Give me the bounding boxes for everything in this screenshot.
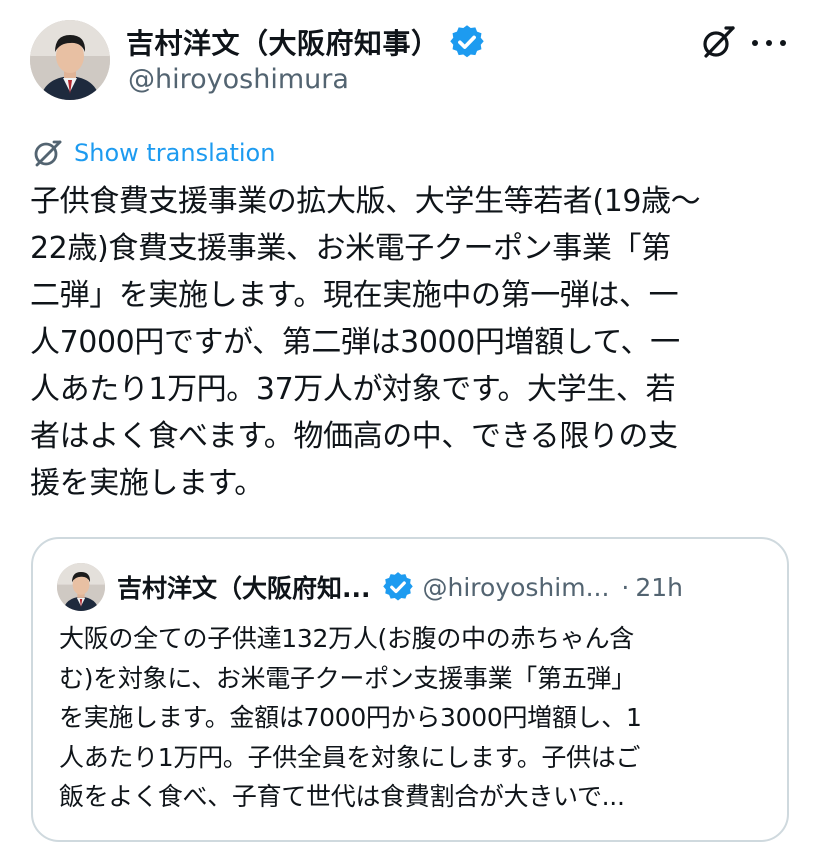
tweet-text-line: 者はよく食べます。物価高の中、できる限りの支 — [30, 419, 678, 454]
tweet-text-line: 子供食費支援事業の拡大版、大学生等若者(19歳〜 — [30, 184, 701, 219]
separator-dot: · — [621, 572, 630, 602]
more-dot — [752, 40, 758, 46]
quoted-text-line: む)を対象に、お米電子クーポン支援事業「第五弾」 — [59, 663, 636, 693]
author-name-row: 吉村洋文（大阪府知事） — [126, 20, 484, 64]
more-dot — [766, 40, 772, 46]
quoted-tweet-time[interactable]: 21h — [635, 573, 683, 602]
more-dot — [780, 40, 786, 46]
avatar-photo — [30, 20, 110, 100]
tweet-text-line: 援を実施します。 — [30, 466, 264, 501]
avatar-photo — [57, 563, 105, 611]
author-handle[interactable]: @hiroyoshimura — [128, 64, 349, 95]
quoted-author-avatar[interactable] — [57, 563, 105, 611]
tweet-text-line: 二弾」を実施します。現在実施中の第一弾は、一 — [30, 278, 679, 313]
quoted-author-name: 吉村洋文（大阪府知... — [117, 574, 371, 603]
tweet-text-line: 22歳)食費支援事業、お米電子クーポン事業「第 — [30, 231, 671, 266]
tweet-text-line: 人あたり1万円。37万人が対象です。大学生、若 — [30, 372, 676, 407]
show-translation-link[interactable]: Show translation — [32, 136, 275, 170]
verified-badge-icon — [382, 572, 413, 602]
quoted-tweet-header: 吉村洋文（大阪府知... @hiroyoshim... · 21h — [117, 565, 683, 609]
verified-badge-icon[interactable] — [449, 25, 484, 59]
quoted-text-line: 大阪の全ての子供達132万人(お腹の中の赤ちゃん含 — [59, 624, 634, 653]
quoted-text-line: 人あたり1万円。子供全員を対象にします。子供はご — [59, 742, 641, 772]
tweet-text-line: 人7000円ですが、第二弾は3000円増額して、一 — [30, 325, 680, 360]
grok-icon[interactable] — [700, 24, 736, 60]
quoted-text-line: 飯をよく食べ、子育て世代は食費割合が大きいで... — [59, 782, 625, 811]
translate-icon — [32, 137, 64, 169]
tweet-text: 子供食費支援事業の拡大版、大学生等若者(19歳〜 22歳)食費支援事業、お米電子… — [30, 178, 800, 507]
author-display-name[interactable]: 吉村洋文（大阪府知事） — [126, 22, 440, 62]
show-translation-label: Show translation — [74, 139, 276, 167]
quoted-tweet-card[interactable]: 吉村洋文（大阪府知... @hiroyoshim... · 21h 大阪の全ての… — [31, 537, 789, 842]
author-avatar[interactable] — [30, 20, 110, 100]
quoted-tweet-text: 大阪の全ての子供達132万人(お腹の中の赤ちゃん含 む)を対象に、お米電子クーポ… — [59, 619, 779, 817]
quoted-text-line: を実施します。金額は7000円から3000円増額し、1 — [59, 703, 642, 732]
more-options-icon[interactable] — [752, 28, 786, 58]
quoted-author-handle: @hiroyoshim... — [422, 572, 610, 602]
